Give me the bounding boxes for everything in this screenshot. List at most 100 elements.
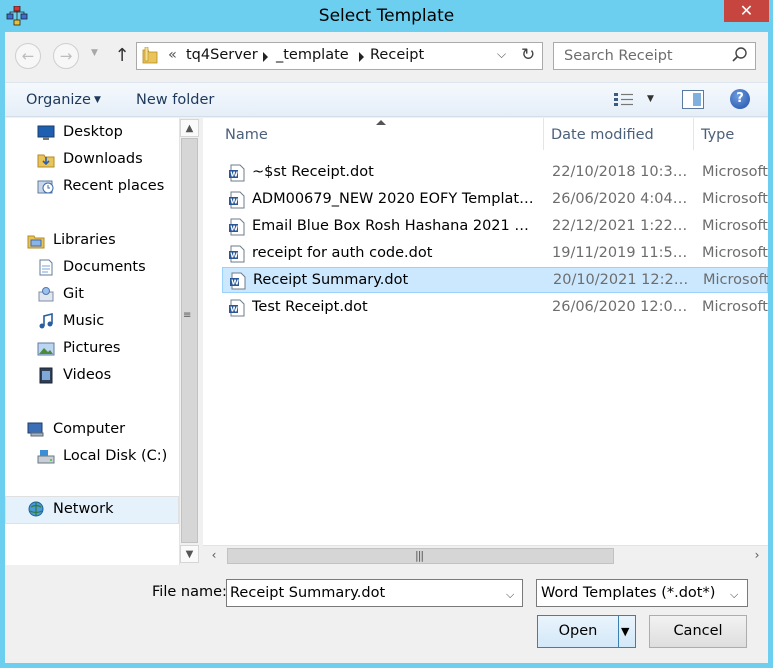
file-name: Email Blue Box Rosh Hashana 2021 Recei..… [252, 218, 537, 234]
dialog-window: Select Template ✕ ← → ▼ ↑ « tq4Server _t… [0, 0, 773, 668]
file-type: Microsoft [703, 272, 768, 288]
back-arrow-icon: ← [21, 47, 35, 65]
chevron-down-icon[interactable]: ⌵ [506, 588, 514, 602]
file-date: 26/06/2020 12:02 ... [552, 299, 689, 315]
chevron-down-icon[interactable]: ⌵ [730, 588, 738, 602]
file-row[interactable]: W ADM00679_NEW 2020 EOFY Template.dot 26… [222, 187, 768, 213]
nav-label: Videos [63, 367, 112, 383]
desktop-icon [37, 125, 55, 140]
nav-item-git[interactable]: Git [37, 282, 177, 308]
open-button[interactable]: Open ▼ [537, 615, 636, 648]
refresh-icon[interactable]: ↻ [521, 45, 535, 65]
file-type: Microsoft [702, 164, 768, 180]
navigation-pane: Desktop Downloads Recent places Librarie… [5, 118, 179, 565]
address-bar[interactable]: « tq4Server _template Receipt ⌵ ↻ [136, 42, 543, 70]
file-list: Name Date modified Type W ~$st Receipt.d… [203, 118, 768, 565]
search-placeholder: Search Receipt [564, 48, 673, 64]
nav-item-libraries[interactable]: Libraries [27, 228, 177, 254]
breadcrumb-overflow[interactable]: « [168, 47, 177, 63]
scrollbar-thumb[interactable] [181, 138, 198, 543]
nav-item-desktop[interactable]: Desktop [37, 120, 177, 146]
forward-button[interactable]: → [53, 43, 79, 69]
nav-item-videos[interactable]: Videos [37, 363, 177, 389]
cancel-button[interactable]: Cancel [649, 615, 747, 648]
organize-label: Organize [26, 92, 91, 108]
nav-item-music[interactable]: Music [37, 309, 177, 335]
breadcrumb-chevron-icon[interactable] [359, 52, 364, 62]
breadcrumb-template[interactable]: _template [276, 47, 349, 63]
recent-locations-dropdown[interactable]: ▼ [91, 48, 98, 58]
grip-icon: ≡ [183, 310, 192, 321]
nav-item-documents[interactable]: Documents [37, 255, 177, 281]
file-name-value: Receipt Summary.dot [230, 585, 386, 601]
close-button[interactable]: ✕ [724, 0, 769, 22]
pictures-icon [37, 342, 55, 356]
dialog-footer: File name: Receipt Summary.dot ⌵ Word Te… [5, 565, 768, 663]
nav-item-local-disk[interactable]: Local Disk (C:) [37, 444, 177, 470]
file-name: receipt for auth code.dot [252, 245, 433, 261]
scroll-down-icon[interactable]: ▼ [180, 545, 199, 563]
scroll-left-icon[interactable]: ‹ [205, 547, 223, 565]
scroll-up-icon[interactable]: ▲ [180, 119, 199, 137]
file-row[interactable]: W Test Receipt.dot 26/06/2020 12:02 ... … [222, 295, 768, 321]
column-label: Date modified [551, 127, 654, 143]
nav-item-network[interactable]: Network [5, 496, 179, 524]
command-bar: Organize ▼ New folder ▼ ? [5, 82, 768, 117]
navigation-scrollbar[interactable]: ▲ ≡ ▼ [179, 118, 199, 565]
breadcrumb-tq4server[interactable]: tq4Server [186, 47, 258, 63]
nav-label: Desktop [63, 124, 123, 140]
file-row-selected[interactable]: W Receipt Summary.dot 20/10/2021 12:28 .… [222, 267, 768, 293]
nav-item-recent-places[interactable]: Recent places [37, 174, 177, 200]
nav-item-computer[interactable]: Computer [27, 417, 177, 443]
svg-text:W: W [230, 225, 238, 233]
file-row[interactable]: W Email Blue Box Rosh Hashana 2021 Recei… [222, 214, 768, 240]
chevron-down-icon: ▼ [93, 95, 101, 105]
file-date: 20/10/2021 12:28 ... [553, 272, 690, 288]
nav-label: Recent places [63, 178, 165, 194]
nav-label: Documents [63, 259, 146, 275]
search-input[interactable]: Search Receipt [553, 42, 756, 70]
breadcrumb-receipt[interactable]: Receipt [370, 47, 424, 63]
file-type-value: Word Templates (*.dot*) [541, 585, 716, 601]
view-options-dropdown[interactable]: ▼ [647, 94, 654, 104]
file-name-label: File name: [152, 584, 227, 600]
file-type-select[interactable]: Word Templates (*.dot*) ⌵ [536, 579, 748, 607]
window-title: Select Template [318, 6, 455, 26]
nav-item-downloads[interactable]: Downloads [37, 147, 177, 173]
nav-label: Computer [53, 421, 126, 437]
new-folder-button[interactable]: New folder [136, 92, 214, 108]
breadcrumb-chevron-icon[interactable] [263, 52, 268, 62]
scroll-right-icon[interactable]: › [748, 547, 766, 565]
file-date: 19/11/2019 11:57 ... [552, 245, 689, 261]
scrollbar-thumb[interactable]: ||| [227, 548, 614, 564]
column-header-name[interactable]: Name [203, 118, 543, 150]
file-list-scrollbar[interactable]: ‹ ||| › [203, 545, 768, 565]
change-view-icon[interactable] [614, 92, 634, 108]
organize-button[interactable]: Organize ▼ [26, 92, 101, 108]
file-name: ADM00679_NEW 2020 EOFY Template.dot [252, 191, 537, 207]
forward-arrow-icon: → [59, 47, 73, 65]
file-row[interactable]: W ~$st Receipt.dot 22/10/2018 10:33 ... … [222, 160, 768, 186]
svg-text:W: W [230, 252, 238, 260]
recent-places-icon [37, 180, 54, 194]
up-button[interactable]: ↑ [113, 46, 131, 66]
network-icon [28, 501, 44, 517]
address-history-dropdown[interactable]: ⌵ [497, 47, 506, 62]
word-template-icon: W [230, 272, 246, 290]
open-options-dropdown[interactable]: ▼ [621, 616, 629, 647]
back-button[interactable]: ← [15, 43, 41, 69]
file-name-input[interactable]: Receipt Summary.dot ⌵ [226, 579, 523, 607]
nav-item-pictures[interactable]: Pictures [37, 336, 177, 362]
libraries-icon [27, 235, 45, 249]
column-header-type[interactable]: Type [694, 118, 768, 150]
column-header-date-modified[interactable]: Date modified [544, 118, 693, 150]
word-template-icon: W [229, 299, 245, 317]
file-row[interactable]: W receipt for auth code.dot 19/11/2019 1… [222, 241, 768, 267]
local-disk-icon [37, 450, 55, 464]
music-icon [39, 313, 53, 329]
search-icon[interactable] [731, 46, 749, 64]
help-icon[interactable]: ? [730, 89, 750, 109]
file-date: 22/12/2021 1:22 PM [552, 218, 689, 234]
preview-pane-icon[interactable] [682, 90, 704, 109]
word-template-icon: W [229, 191, 245, 209]
